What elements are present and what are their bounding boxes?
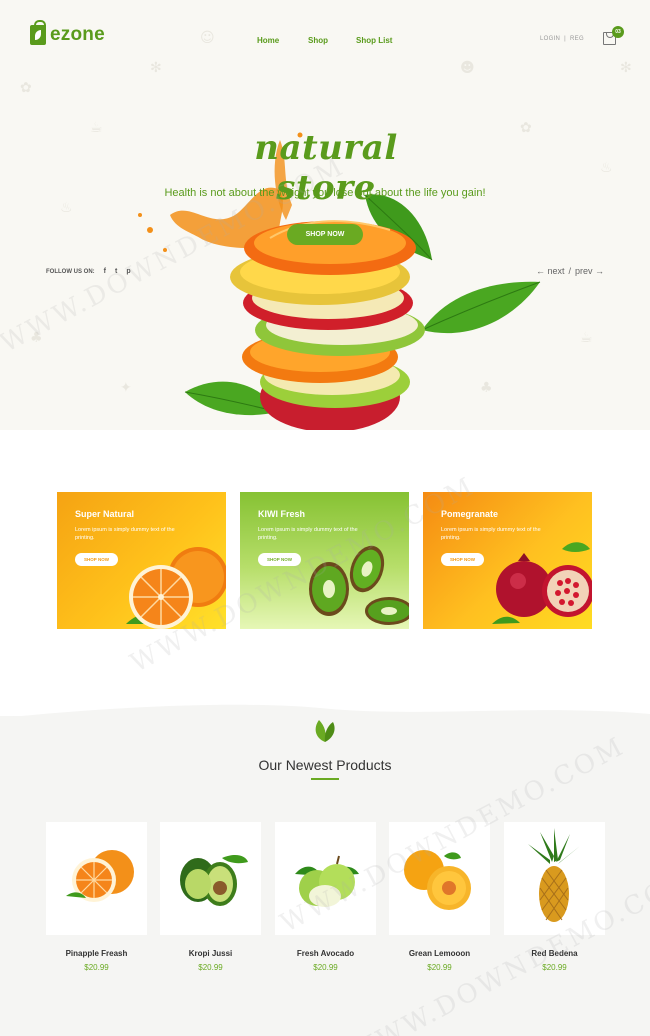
title-underline [311,778,339,780]
product-name[interactable]: Kropi Jussi [160,949,261,958]
product-price: $20.99 [427,963,452,972]
hero-shop-now-button[interactable]: SHOP NOW [287,224,363,245]
product-name[interactable]: Pinapple Freash [46,949,147,958]
account-links: LOGIN | REG [538,36,586,42]
shopping-bag-icon [30,20,46,45]
doodle-icon: ☕ [580,330,593,346]
nav-item-shop[interactable]: Shop [308,36,328,45]
doodle-icon: ♨ [600,160,613,176]
avocado-product-image [180,855,248,906]
banner-title: KIWI Fresh [258,509,306,519]
doodle-icon: ☻ [460,60,475,76]
doodle-icon: ✻ [150,60,162,76]
product-name[interactable]: Grean Lemooon [389,949,490,958]
nav-item-home[interactable]: Home [257,36,279,45]
register-link[interactable]: REG [570,36,584,42]
logo-text: ezone [50,24,105,45]
orange-product-image [66,850,134,902]
doodle-icon: ✻ [620,60,632,76]
doodle-icon: ☺ [200,30,215,46]
product-price: $20.99 [84,963,109,972]
banner-shop-now-button[interactable]: SHOP NOW [75,553,118,566]
prev-slide-link[interactable]: prev → [575,266,604,276]
next-slide-link[interactable]: ← next [536,266,565,276]
banner-text: Lorem ipsum is simply dummy text of the … [441,527,541,541]
login-link[interactable]: LOGIN [540,36,560,42]
product-card[interactable] [160,822,261,935]
separator: | [564,36,567,42]
logo[interactable]: ezone [30,20,105,46]
promo-banner-orange[interactable]: Super Natural Lorem ipsum is simply dumm… [57,492,226,629]
product-card[interactable] [46,822,147,935]
doodle-icon: ✿ [20,80,32,96]
slider-nav: ← next / prev → [534,266,606,276]
product-price: $20.99 [198,963,223,972]
follow-label: FOLLOW US ON: [46,268,95,275]
section-title: Our Newest Products [258,757,392,773]
product-name[interactable]: Fresh Avocado [275,949,376,958]
cart-count-badge: 03 [612,26,624,38]
nav-item-shop-list[interactable]: Shop List [356,36,392,45]
doodle-icon: ♨ [60,200,73,216]
banner-title: Super Natural [75,509,135,519]
leaf-icon [315,720,335,742]
banner-text: Lorem ipsum is simply dummy text of the … [75,527,175,541]
product-price: $20.99 [313,963,338,972]
hero-section: ✿ ☕ ♨ ✻ ☺ ♣ ✦ ☻ ✿ ♨ ☕ ✻ ♣ ezone Home Sho… [0,0,650,430]
doodle-icon: ☕ [90,120,103,136]
banner-shop-now-button[interactable]: SHOP NOW [441,553,484,566]
slider-separator: / [568,266,572,276]
